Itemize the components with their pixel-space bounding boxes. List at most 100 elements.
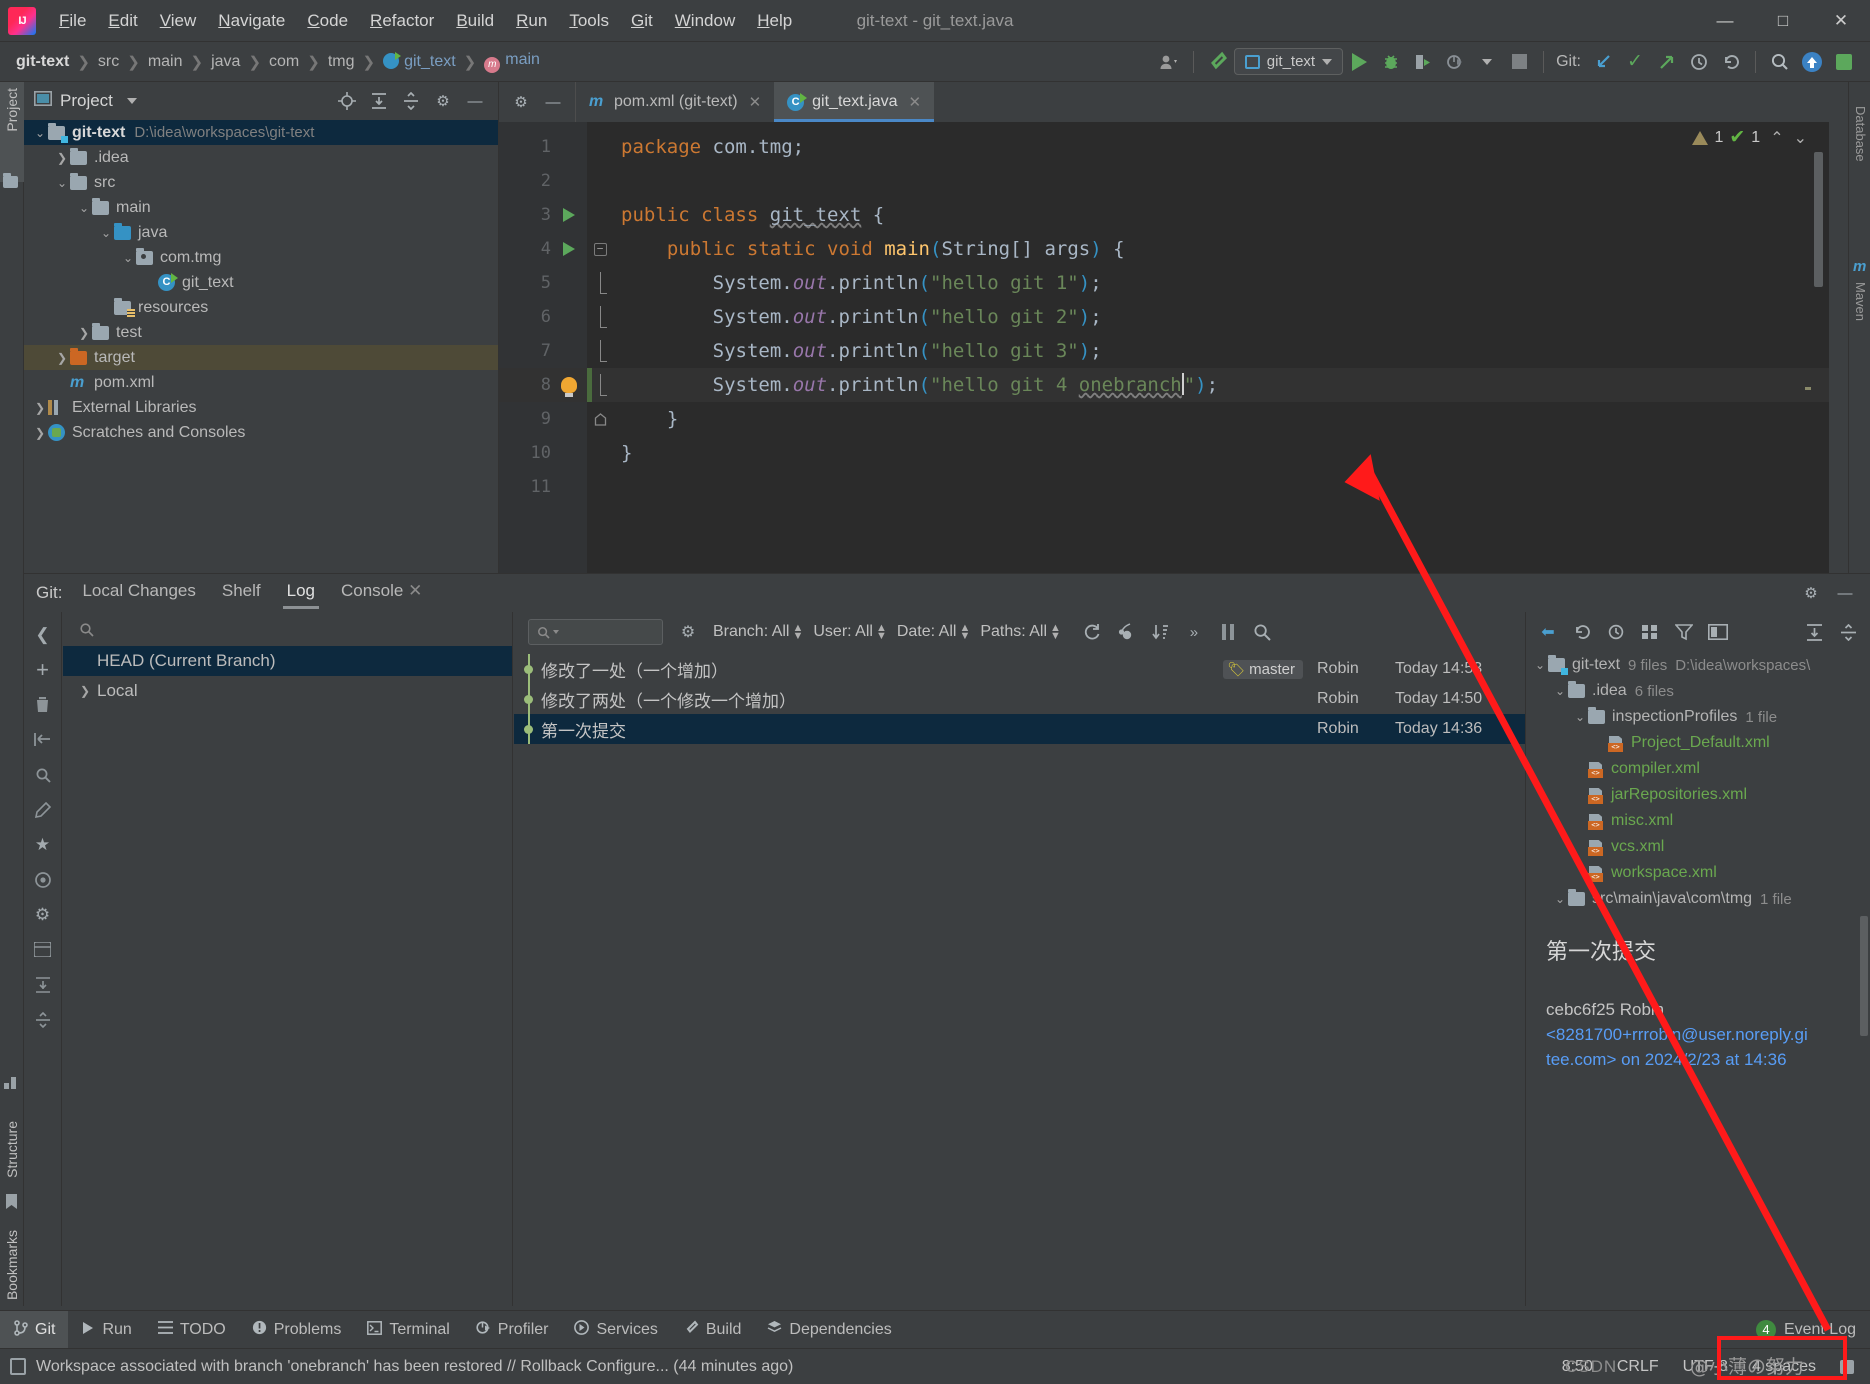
expand-icon[interactable]	[26, 968, 60, 1001]
chevron-down-icon[interactable]: ⌄	[120, 251, 136, 265]
menu-view[interactable]: View	[149, 8, 208, 34]
checkout-icon[interactable]	[26, 723, 60, 756]
run-gutter-icon[interactable]	[563, 242, 575, 256]
code-editor[interactable]: 1 package com.tmg; 2 3 public class git_text…	[499, 122, 1829, 573]
tool-button-dependencies[interactable]: Dependencies	[754, 1311, 904, 1349]
project-tree-node-external-libraries[interactable]: ❯ External Libraries	[24, 395, 498, 420]
edit-icon[interactable]	[26, 793, 60, 826]
collapse-panel-icon[interactable]: ❮	[26, 618, 60, 651]
run-gutter-icon[interactable]	[563, 208, 575, 222]
menu-tools[interactable]: Tools	[558, 8, 620, 34]
settings-icon[interactable]: ⚙	[26, 898, 60, 931]
chevron-down-icon[interactable]: ⌄	[98, 226, 114, 240]
chevron-right-icon[interactable]: ❯	[32, 401, 48, 415]
breadcrumb-com[interactable]: com	[267, 51, 301, 73]
tool-button-problems[interactable]: Problems	[239, 1311, 355, 1349]
history-icon[interactable]	[1600, 617, 1632, 647]
changed-file-row[interactable]: vcs.xml	[1526, 834, 1870, 860]
preview-icon[interactable]	[1702, 617, 1734, 647]
project-tree-node--idea[interactable]: ❯ .idea	[24, 145, 498, 170]
chevron-down-icon[interactable]	[126, 98, 137, 104]
menu-help[interactable]: Help	[746, 8, 803, 34]
chevron-down-icon[interactable]: ⌄	[1532, 658, 1548, 672]
shortcut-icon[interactable]	[1828, 47, 1860, 77]
settings-icon[interactable]: ⚙	[428, 87, 458, 115]
inspection-widget[interactable]: 1 ✔ 1 ⌃ ⌄	[1692, 126, 1807, 149]
next-issue-icon[interactable]: ⌄	[1794, 128, 1807, 148]
breadcrumb-tmg[interactable]: tmg	[326, 51, 357, 73]
lock-icon[interactable]	[1840, 1359, 1854, 1374]
file-encoding[interactable]: UTF-8	[1683, 1358, 1728, 1376]
menu-build[interactable]: Build	[445, 8, 505, 34]
filter-branch[interactable]: Branch: All ▲ ▼	[713, 623, 803, 642]
push-icon[interactable]	[1651, 47, 1683, 77]
close-icon[interactable]: ✕	[408, 581, 422, 600]
commit-row[interactable]: 第一次提交 Robin Today 14:36	[514, 714, 1525, 744]
chevron-down-icon[interactable]: ⌄	[1552, 892, 1568, 906]
collapse-icon[interactable]	[1832, 617, 1864, 647]
menu-git[interactable]: Git	[620, 8, 664, 34]
tool-button-build[interactable]: Build	[671, 1311, 755, 1349]
chevron-right-icon[interactable]: ❯	[76, 326, 92, 340]
changed-file-row[interactable]: Project_Default.xml	[1526, 730, 1870, 756]
project-tree-node-java[interactable]: ⌄ java	[24, 220, 498, 245]
tool-button-todo[interactable]: TODO	[145, 1311, 239, 1349]
breadcrumb-src[interactable]: src	[96, 51, 121, 73]
project-tree-node-com-tmg[interactable]: ⌄ com.tmg	[24, 245, 498, 270]
add-icon[interactable]: +	[26, 653, 60, 686]
project-tool-icon[interactable]	[3, 173, 18, 188]
project-tree-node-resources[interactable]: resources	[24, 295, 498, 320]
close-icon[interactable]: ✕	[749, 93, 762, 111]
commit-email-line-2[interactable]: tee.com> on 2024/2/23 at 14:36	[1546, 1048, 1850, 1073]
intention-bulb-icon[interactable]	[561, 377, 577, 397]
chevron-right-icon[interactable]: ❯	[54, 351, 70, 365]
status-message[interactable]: Workspace associated with branch 'onebra…	[36, 1358, 793, 1376]
git-tab-shelf[interactable]: Shelf	[222, 581, 261, 605]
log-settings-icon[interactable]: ⚙	[673, 618, 703, 646]
history-icon[interactable]	[1683, 47, 1715, 77]
git-tab-local-changes[interactable]: Local Changes	[82, 581, 195, 605]
build-hammer-icon[interactable]	[1202, 47, 1234, 77]
editor-tab-pom-xml[interactable]: m pom.xml (git-text) ✕	[576, 82, 774, 122]
chevron-right-icon[interactable]: ❯	[32, 426, 48, 440]
structure-icon[interactable]	[4, 1076, 18, 1089]
branch-row-local[interactable]: ❯ Local	[63, 676, 512, 706]
sidebar-item-structure[interactable]: Structure	[4, 1121, 20, 1178]
menu-window[interactable]: Window	[664, 8, 746, 34]
chevron-right-icon[interactable]: ❯	[54, 151, 70, 165]
delete-icon[interactable]	[26, 688, 60, 721]
more-icon[interactable]: »	[1179, 618, 1209, 646]
menu-edit[interactable]: Edit	[97, 8, 148, 34]
prev-issue-icon[interactable]: ⌃	[1770, 128, 1783, 148]
chevron-down-icon[interactable]: ⌄	[54, 176, 70, 190]
profiler-dropdown-icon[interactable]	[1471, 47, 1503, 77]
chevron-down-icon[interactable]: ⌄	[1572, 710, 1588, 724]
rollback-icon[interactable]	[1715, 47, 1747, 77]
chevron-down-icon[interactable]: ⌄	[76, 201, 92, 215]
commit-icon[interactable]: ✓	[1619, 47, 1651, 77]
close-button[interactable]: ✕	[1812, 0, 1870, 42]
search-everywhere-icon[interactable]	[1764, 47, 1796, 77]
profiler-icon[interactable]	[1439, 47, 1471, 77]
sidebar-item-project[interactable]: Project	[4, 88, 20, 132]
filter-paths[interactable]: Paths: All ▲ ▼	[980, 623, 1061, 642]
expand-all-icon[interactable]	[364, 87, 394, 115]
git-tab-console[interactable]: Console ✕	[341, 581, 422, 605]
select-opened-file-icon[interactable]	[332, 87, 362, 115]
log-search-input[interactable]	[528, 619, 663, 645]
event-log-area[interactable]: 4 Event Log	[1755, 1319, 1870, 1340]
git-tab-log[interactable]: Log	[282, 581, 320, 609]
target-icon[interactable]	[26, 863, 60, 896]
stop-icon[interactable]	[1503, 47, 1535, 77]
chevron-down-icon[interactable]: ⌄	[1552, 684, 1568, 698]
breadcrumb-main[interactable]: m main	[482, 49, 542, 75]
hide-icon[interactable]: —	[1830, 579, 1860, 607]
breadcrumb-main[interactable]: main	[146, 51, 185, 73]
project-tree-node-scratches-and-consoles[interactable]: ❯ Scratches and Consoles	[24, 420, 498, 445]
undo-icon[interactable]	[1566, 617, 1598, 647]
search-icon[interactable]	[1247, 618, 1277, 646]
commit-row[interactable]: 修改了两处（一个修改一个增加） Robin Today 14:50	[514, 684, 1525, 714]
project-tree-node-git-text[interactable]: ⌄ git-text D:\idea\workspaces\git-text	[24, 120, 498, 145]
indent-setting[interactable]: 4 spaces	[1752, 1358, 1816, 1376]
changed-file-row[interactable]: compiler.xml	[1526, 756, 1870, 782]
